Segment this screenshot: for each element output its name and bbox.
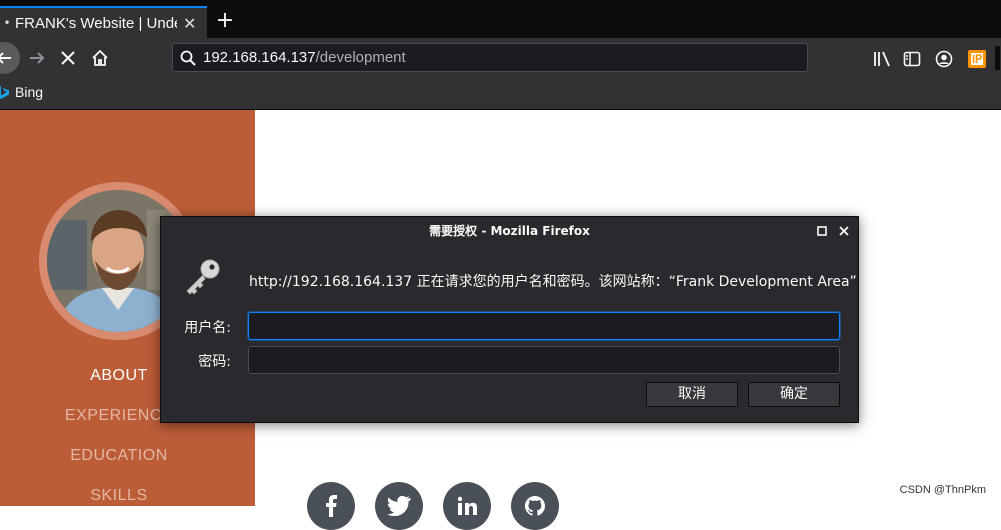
toolbar-overflow-edge [995, 46, 1000, 70]
url-path: /development [315, 49, 406, 66]
back-button[interactable] [0, 42, 20, 74]
sidebar-toggle-icon[interactable] [901, 48, 923, 70]
tab-strip: • FRANK's Website | Unde ✕ + [0, 0, 1001, 38]
watermark: CSDN @ThnPkm [899, 484, 986, 496]
linkedin-icon[interactable] [443, 482, 491, 530]
navigation-toolbar: 192.168.164.137/development [0, 38, 1001, 80]
password-input[interactable] [248, 346, 840, 374]
username-input[interactable] [248, 312, 840, 340]
tab-loading-icon: • [3, 16, 11, 30]
close-tab-icon[interactable]: ✕ [183, 14, 196, 33]
auth-dialog: 需要授权 - Mozilla Firefox http://192.168.16… [160, 216, 859, 423]
library-icon[interactable] [871, 48, 893, 70]
bing-icon [0, 86, 9, 99]
forward-button[interactable] [22, 43, 52, 73]
cancel-button[interactable]: 取消 [646, 382, 738, 407]
maximize-icon[interactable] [815, 224, 829, 238]
home-button[interactable] [85, 43, 115, 73]
bookmark-bing[interactable]: Bing [0, 84, 43, 100]
stop-button[interactable] [53, 43, 83, 73]
nav-education[interactable]: EDUCATION [0, 447, 238, 465]
bookmarks-toolbar: Bing [0, 80, 1001, 110]
new-tab-button[interactable]: + [212, 8, 238, 34]
url-bar[interactable]: 192.168.164.137/development [172, 43, 808, 72]
dialog-message: http://192.168.164.137 正在请求您的用户名和密码。该网站称… [249, 274, 857, 290]
username-label: 用户名: [184, 320, 231, 336]
browser-tab[interactable]: • FRANK's Website | Unde ✕ [0, 6, 207, 38]
twitter-icon[interactable] [375, 482, 423, 530]
ip-extension-icon[interactable] [966, 48, 988, 70]
url-host: 192.168.164.137 [203, 49, 316, 66]
key-icon [183, 257, 223, 301]
password-label: 密码: [198, 354, 231, 370]
nav-skills[interactable]: SKILLS [0, 487, 238, 505]
back-arrow-icon [0, 52, 11, 64]
stop-x-icon [61, 51, 75, 65]
bookmark-label: Bing [15, 84, 44, 100]
home-icon [92, 49, 108, 66]
facebook-icon[interactable] [307, 482, 355, 530]
account-icon[interactable] [933, 48, 955, 70]
github-icon[interactable] [511, 482, 559, 530]
dialog-title: 需要授权 - Mozilla Firefox [429, 224, 590, 238]
close-dialog-icon[interactable] [837, 224, 851, 238]
search-icon [173, 50, 203, 66]
ok-button[interactable]: 确定 [748, 382, 840, 407]
forward-arrow-icon [30, 52, 45, 64]
tab-title: FRANK's Website | Unde [15, 14, 177, 32]
